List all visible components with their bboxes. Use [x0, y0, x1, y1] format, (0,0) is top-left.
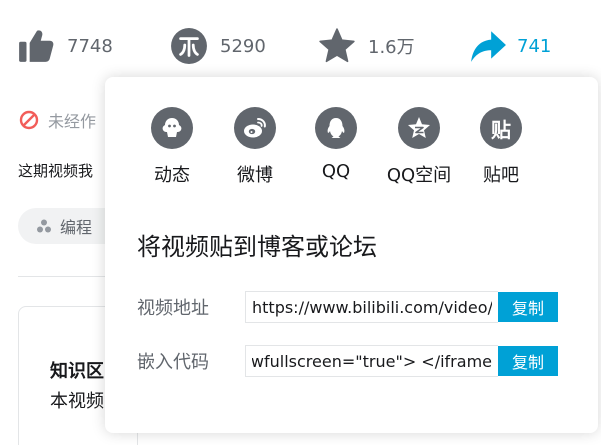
share-qq-label: QQ: [321, 161, 351, 182]
coin-icon: [170, 27, 208, 65]
copy-url-button[interactable]: 复制: [498, 292, 558, 322]
video-url-field[interactable]: [245, 291, 498, 323]
repost-notice: 未经作: [19, 108, 96, 132]
dynamic-icon: [151, 107, 193, 149]
coin-button[interactable]: 5290: [170, 27, 266, 65]
star-icon: [318, 27, 356, 65]
share-button[interactable]: 741: [469, 27, 551, 65]
tag-icon: [37, 219, 51, 233]
share-targets: 动态 微博 QQ QQ空间 贴 贴吧: [105, 107, 598, 187]
video-url-row: 视频地址 复制: [137, 291, 558, 323]
embed-code-row: 嵌入代码 复制: [137, 345, 558, 377]
weibo-icon: [234, 107, 276, 149]
copy-code-button[interactable]: 复制: [498, 346, 558, 376]
prohibited-icon: [19, 110, 39, 130]
card-subtitle: 本视频: [50, 391, 104, 412]
tieba-icon: 贴: [480, 107, 522, 149]
share-qzone-label: QQ空间: [386, 165, 452, 186]
divider: [18, 276, 118, 277]
video-url-label: 视频地址: [137, 298, 209, 319]
share-dynamic-label: 动态: [154, 165, 190, 186]
favorite-button[interactable]: 1.6万: [318, 27, 415, 65]
favorite-count: 1.6万: [368, 37, 415, 58]
tag-label: 编程: [60, 218, 93, 237]
share-weibo-label: 微博: [237, 165, 273, 186]
share-tieba-label: 贴吧: [483, 165, 519, 186]
like-button[interactable]: 7748: [17, 27, 113, 65]
thumbs-up-icon: [17, 27, 55, 65]
video-description: 这期视频我: [18, 162, 94, 180]
share-count: 741: [517, 35, 552, 57]
card-title: 知识区: [50, 361, 104, 382]
share-popup: 动态 微博 QQ QQ空间 贴 贴吧 将视频贴到博客或论坛 视频地址 https…: [105, 77, 598, 433]
embed-code-field[interactable]: [245, 345, 498, 377]
coin-count: 5290: [220, 35, 266, 57]
embed-code-label: 嵌入代码: [137, 352, 209, 373]
share-arrow-icon: [469, 27, 507, 65]
embed-title: 将视频贴到博客或论坛: [137, 233, 377, 261]
qq-icon: [315, 107, 357, 149]
share-tieba-button[interactable]: 贴 贴吧: [446, 107, 556, 187]
qzone-icon: [398, 107, 440, 149]
like-count: 7748: [67, 35, 113, 57]
notice-text: 未经作: [48, 112, 97, 131]
